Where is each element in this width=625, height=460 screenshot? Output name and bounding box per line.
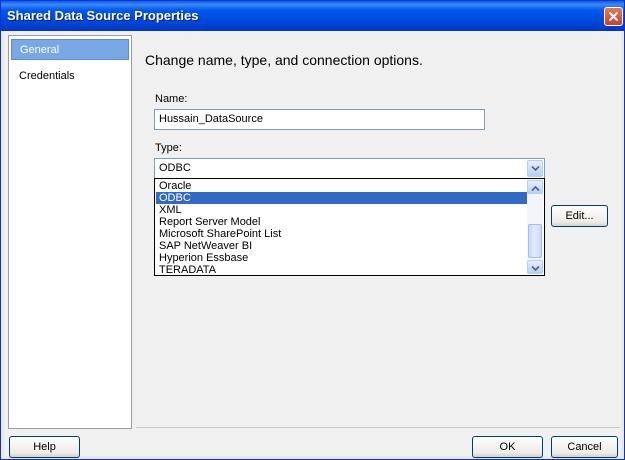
help-button[interactable]: Help (9, 436, 80, 458)
edit-button[interactable]: Edit... (551, 205, 608, 227)
chevron-down-icon (531, 165, 540, 172)
type-dropdown-value: ODBC (159, 162, 191, 174)
cancel-button[interactable]: Cancel (551, 436, 618, 458)
window-title: Shared Data Source Properties (7, 8, 199, 23)
dialog-window: Shared Data Source Properties General Cr… (0, 0, 625, 460)
type-options-list[interactable]: Oracle ODBC XML Report Server Model Micr… (154, 178, 545, 276)
type-label: Type: (155, 142, 182, 154)
title-bar[interactable]: Shared Data Source Properties (1, 1, 624, 31)
sidebar-item-label: General (20, 44, 60, 56)
option-report-server-model[interactable]: Report Server Model (156, 216, 528, 228)
page-heading: Change name, type, and connection option… (145, 52, 423, 68)
ok-button[interactable]: OK (472, 436, 543, 458)
option-xml[interactable]: XML (156, 204, 528, 216)
type-dropdown-button[interactable] (527, 160, 543, 177)
option-hyperion-essbase[interactable]: Hyperion Essbase (156, 252, 528, 264)
close-icon (609, 12, 618, 21)
scroll-up-button[interactable] (527, 180, 543, 194)
page-list: General Credentials (8, 35, 132, 429)
option-sap-netweaver-bi[interactable]: SAP NetWeaver BI (156, 240, 528, 252)
type-dropdown[interactable]: ODBC (154, 158, 545, 179)
sidebar-item-credentials[interactable]: Credentials (11, 66, 129, 87)
sidebar-item-label: Credentials (19, 70, 75, 82)
list-scrollbar[interactable] (527, 180, 543, 274)
name-label: Name: (155, 93, 188, 105)
close-button[interactable] (604, 7, 623, 26)
scroll-down-button[interactable] (527, 260, 543, 274)
name-input[interactable]: Hussain_DataSource (154, 109, 485, 130)
scroll-thumb[interactable] (528, 224, 542, 258)
option-oracle[interactable]: Oracle (156, 180, 528, 192)
option-sharepoint-list[interactable]: Microsoft SharePoint List (156, 228, 528, 240)
dialog-body: General Credentials Change name, type, a… (4, 31, 621, 458)
option-odbc[interactable]: ODBC (156, 192, 528, 204)
option-teradata[interactable]: TERADATA (156, 264, 528, 276)
chevron-down-icon (531, 265, 540, 272)
chevron-up-icon (531, 185, 540, 192)
sidebar-item-general[interactable]: General (11, 39, 129, 60)
footer-divider (136, 427, 620, 428)
